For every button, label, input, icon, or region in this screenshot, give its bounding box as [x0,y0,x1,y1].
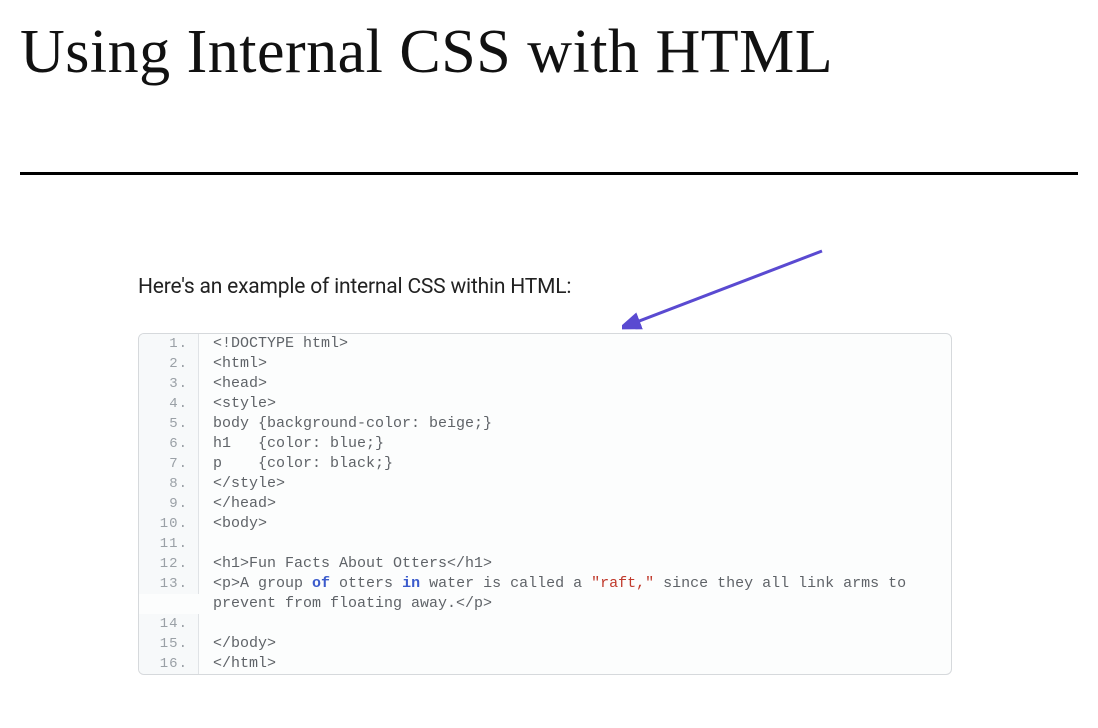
page-title: Using Internal CSS with HTML [20,18,1098,86]
line-number: 10. [139,514,199,534]
code-row: 16. </html> [139,654,951,674]
code-string: "raft," [591,575,654,592]
code-row: 5. body {background-color: beige;} [139,414,951,434]
line-number: 14. [139,614,199,634]
intro-text: Here's an example of internal CSS within… [138,275,952,299]
code-line: p {color: black;} [199,454,951,474]
code-text: otters [330,575,402,592]
horizontal-rule [20,172,1078,175]
line-number: 9. [139,494,199,514]
line-number: 3. [139,374,199,394]
code-line: </html> [199,654,951,674]
code-text: water is called a [420,575,591,592]
line-number: 5. [139,414,199,434]
code-text: <p>A group [213,575,312,592]
code-row: 7. p {color: black;} [139,454,951,474]
code-row: 3. <head> [139,374,951,394]
code-row: 1. <!DOCTYPE html> [139,334,951,354]
code-line: h1 {color: blue;} [199,434,951,454]
code-row: 12. <h1>Fun Facts About Otters</h1> [139,554,951,574]
code-line: </style> [199,474,951,494]
code-line: </body> [199,634,951,654]
line-number: 16. [139,654,199,674]
line-number: 2. [139,354,199,374]
code-row: 9. </head> [139,494,951,514]
line-number: 4. [139,394,199,414]
code-line: <html> [199,354,951,374]
line-number: 6. [139,434,199,454]
code-line: <h1>Fun Facts About Otters</h1> [199,554,951,574]
code-line: body {background-color: beige;} [199,414,951,434]
line-number: 15. [139,634,199,654]
code-row: 11. [139,534,951,554]
code-line: <style> [199,394,951,414]
code-row: 4. <style> [139,394,951,414]
line-number: 1. [139,334,199,354]
line-number: 12. [139,554,199,574]
code-row: 13. <p>A group of otters in water is cal… [139,574,951,614]
line-number: 11. [139,534,199,554]
code-row: 10. <body> [139,514,951,534]
line-number: 8. [139,474,199,494]
content-area: Here's an example of internal CSS within… [138,275,952,675]
code-line: <p>A group of otters in water is called … [199,574,951,614]
code-row: 15. </body> [139,634,951,654]
code-keyword: in [402,575,420,592]
line-number: 13. [139,574,199,594]
code-row: 2. <html> [139,354,951,374]
code-row: 6. h1 {color: blue;} [139,434,951,454]
code-row: 14. [139,614,951,634]
code-block: 1. <!DOCTYPE html> 2. <html> 3. <head> 4… [138,333,952,675]
code-row: 8. </style> [139,474,951,494]
code-keyword: of [312,575,330,592]
line-number: 7. [139,454,199,474]
code-line: </head> [199,494,951,514]
code-line: <head> [199,374,951,394]
page: Using Internal CSS with HTML Here's an e… [0,0,1098,728]
code-line: <!DOCTYPE html> [199,334,951,354]
code-line: <body> [199,514,951,534]
